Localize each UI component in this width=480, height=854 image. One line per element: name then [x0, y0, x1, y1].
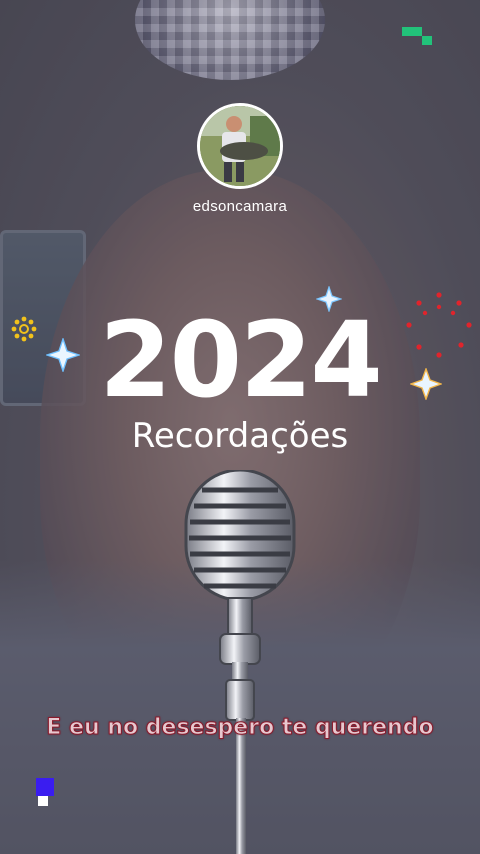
pixel-decoration-icon: [402, 27, 432, 45]
username[interactable]: edsoncamara: [0, 198, 480, 215]
lyric-caption: E eu no desespero te querendo: [46, 715, 434, 741]
recap-subtitle: Recordações: [131, 416, 349, 456]
avatar-photo: [200, 106, 280, 186]
avatar[interactable]: [197, 103, 283, 189]
microphone-icon: [184, 470, 296, 854]
pixel-decoration-icon: [36, 778, 54, 806]
memories-story: edsoncamara 2024 Recordações E eu no des…: [0, 0, 480, 854]
recap-year: 2024: [99, 299, 382, 421]
